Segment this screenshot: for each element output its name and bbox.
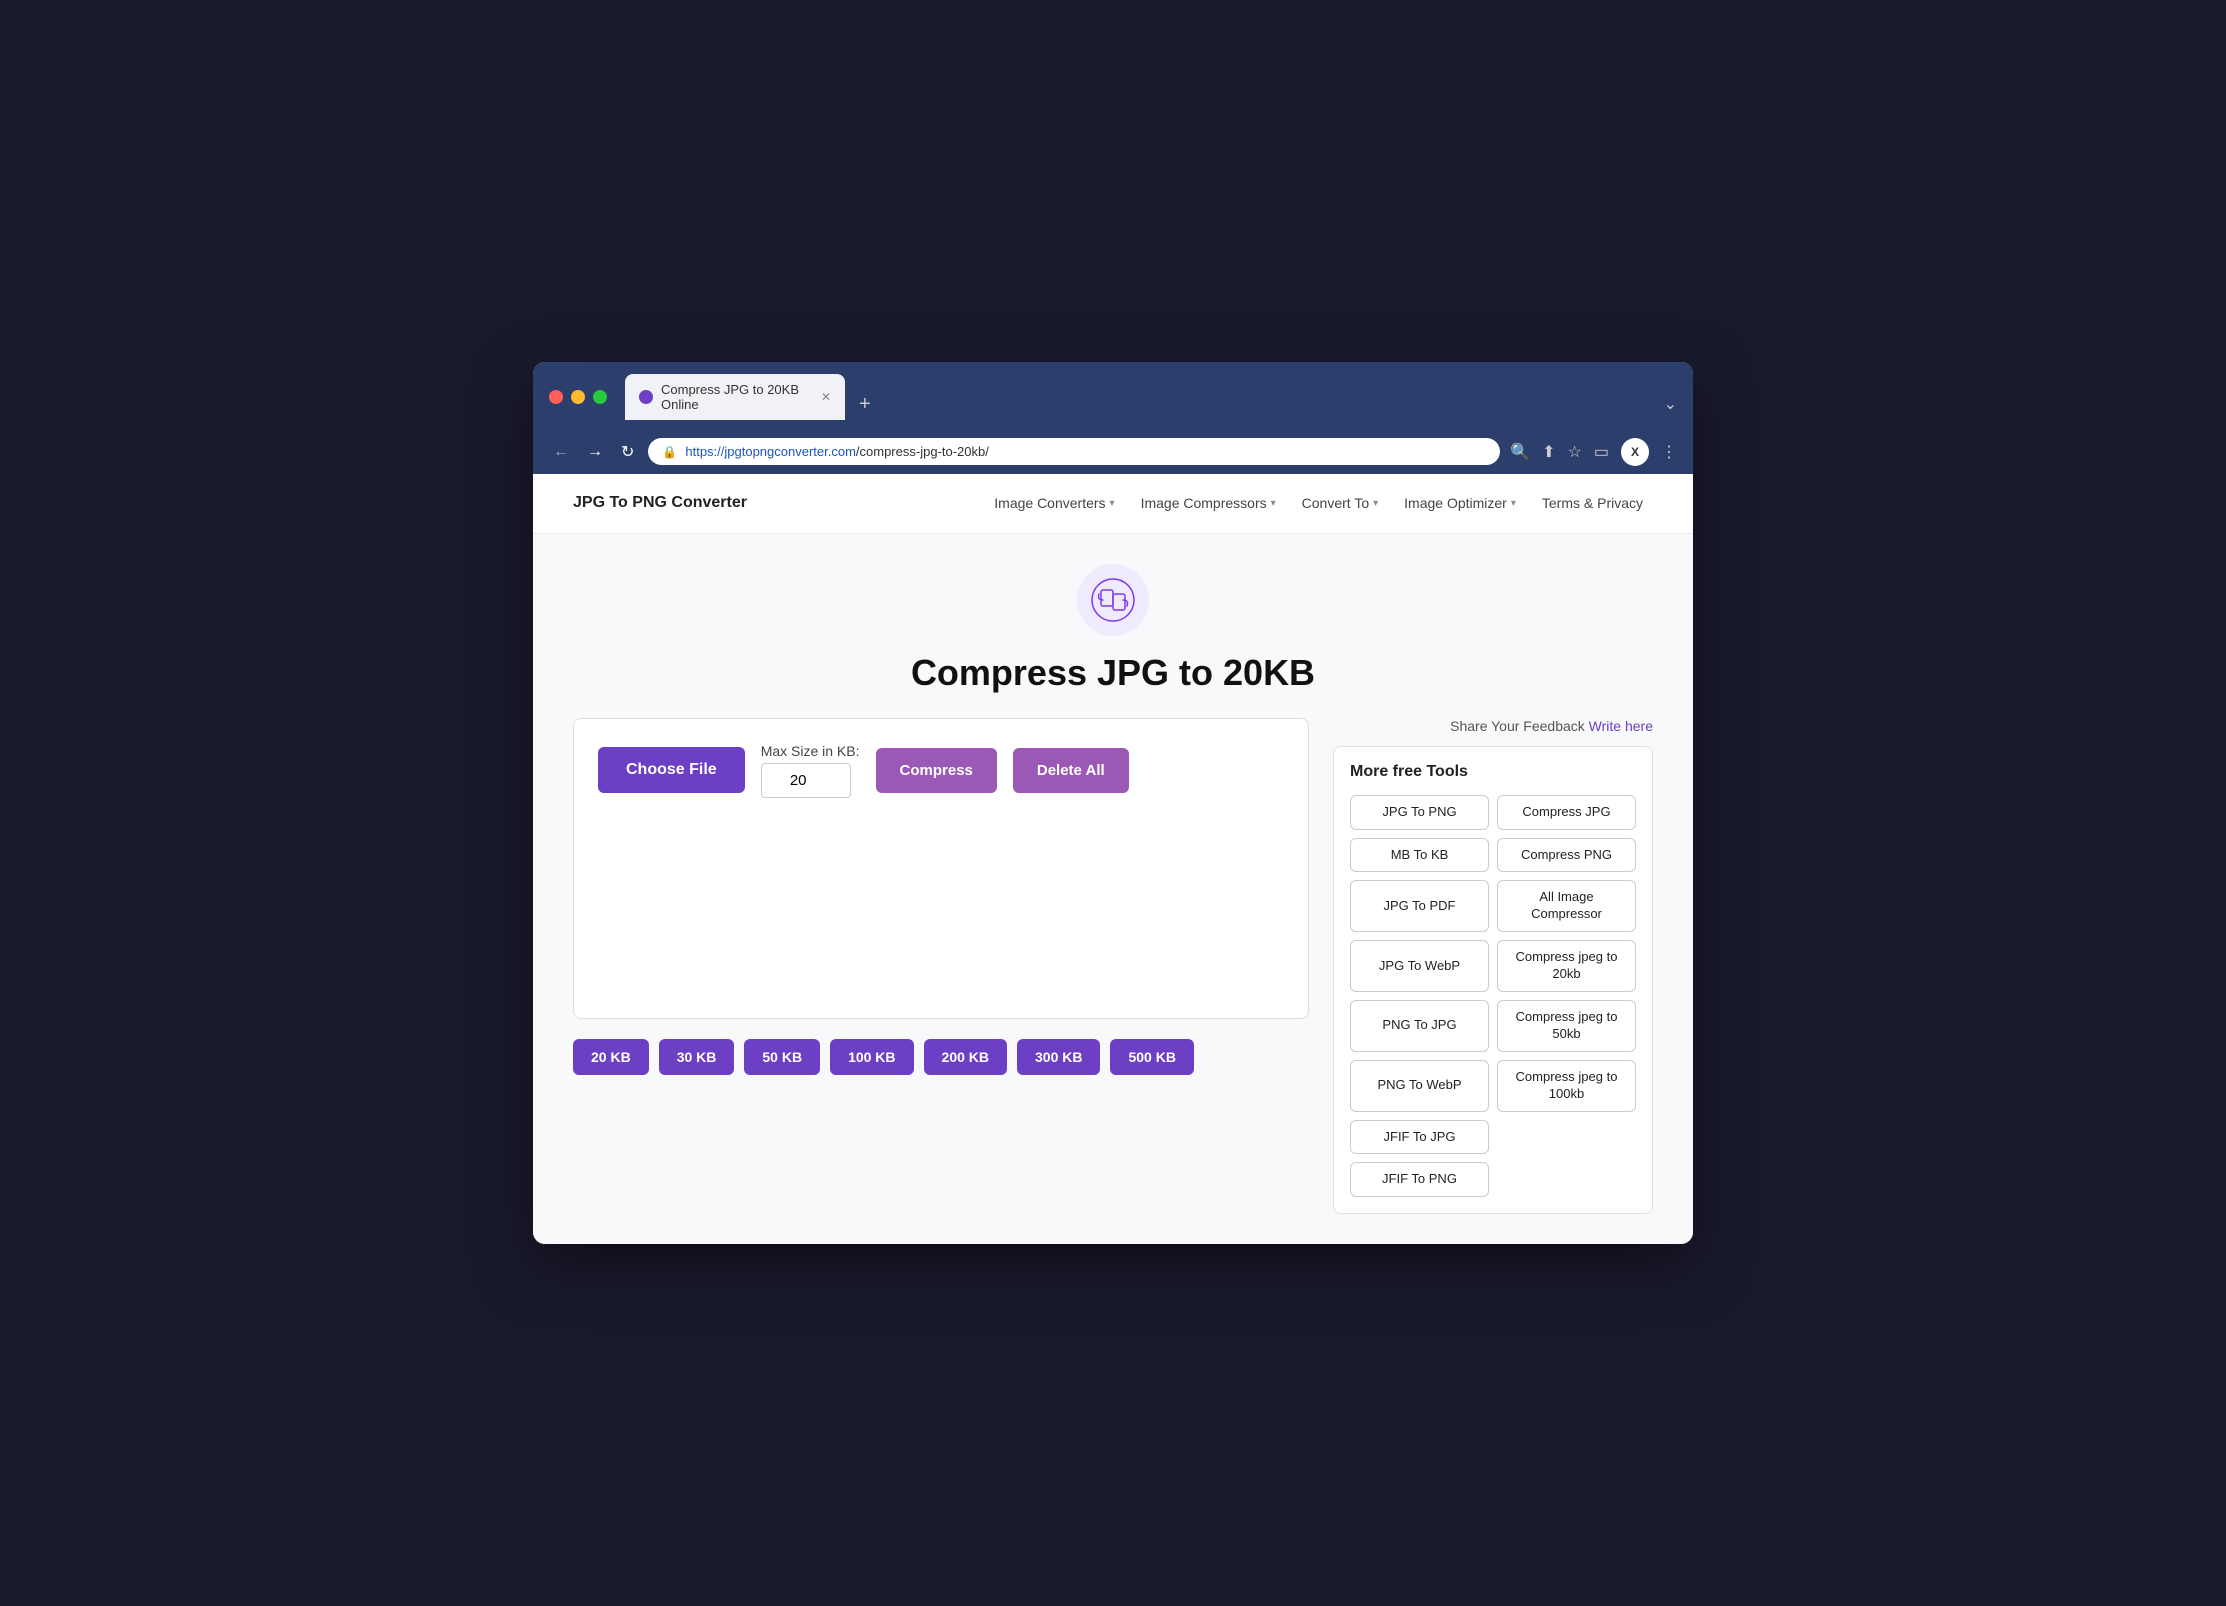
tab-close-button[interactable]: ✕: [821, 390, 831, 404]
delete-all-button[interactable]: Delete All: [1013, 748, 1129, 793]
nav-image-compressors[interactable]: Image Compressors ▾: [1131, 489, 1286, 517]
drop-area[interactable]: [598, 814, 1284, 994]
browser-addressbar: ← → ↻ 🔒 https://jpgtopngconverter.com/co…: [533, 430, 1693, 474]
tool-link-button[interactable]: JFIF To JPG: [1350, 1120, 1489, 1155]
tool-link-button[interactable]: JFIF To PNG: [1350, 1162, 1489, 1197]
size-preset-button[interactable]: 50 KB: [744, 1039, 820, 1075]
nav-terms-privacy[interactable]: Terms & Privacy: [1532, 489, 1653, 517]
navbar-brand[interactable]: JPG To PNG Converter: [573, 494, 747, 512]
browser-actions: 🔍 ⬆ ☆ ▭ X ⋮: [1510, 438, 1677, 466]
forward-button[interactable]: →: [583, 439, 607, 465]
close-dot[interactable]: [549, 390, 563, 404]
right-column: Share Your Feedback Write here More free…: [1333, 718, 1653, 1215]
compress-button[interactable]: Compress: [876, 748, 997, 793]
feedback-link[interactable]: Write here: [1589, 718, 1653, 734]
search-button[interactable]: 🔍: [1510, 442, 1530, 462]
tool-link-button[interactable]: JPG To PDF: [1350, 880, 1489, 932]
size-preset-button[interactable]: 100 KB: [830, 1039, 913, 1075]
minimize-dot[interactable]: [571, 390, 585, 404]
size-preset-button[interactable]: 30 KB: [659, 1039, 735, 1075]
nav-image-converters[interactable]: Image Converters ▾: [984, 489, 1124, 517]
reload-button[interactable]: ↻: [617, 438, 638, 466]
tab-title: Compress JPG to 20KB Online: [661, 382, 813, 412]
new-tab-button[interactable]: +: [849, 390, 881, 418]
tool-link-button[interactable]: PNG To WebP: [1350, 1060, 1489, 1112]
size-preset-button[interactable]: 20 KB: [573, 1039, 649, 1075]
tool-icon-wrap: [573, 564, 1653, 636]
more-tools-title: More free Tools: [1350, 763, 1636, 781]
feedback-row: Share Your Feedback Write here: [1333, 718, 1653, 734]
browser-tabs-row: Compress JPG to 20KB Online ✕ + ⌄: [625, 374, 1677, 420]
nav-convert-to[interactable]: Convert To ▾: [1292, 489, 1388, 517]
page-content: JPG To PNG Converter Image Converters ▾ …: [533, 474, 1693, 1245]
content-columns: Choose File Max Size in KB: Compress Del…: [573, 718, 1653, 1215]
browser-titlebar: Compress JPG to 20KB Online ✕ + ⌄: [533, 362, 1693, 430]
tool-link-button[interactable]: Compress PNG: [1497, 838, 1636, 873]
nav-image-optimizer[interactable]: Image Optimizer ▾: [1394, 489, 1526, 517]
max-size-label: Max Size in KB:: [761, 743, 860, 759]
tool-link-button[interactable]: Compress JPG: [1497, 795, 1636, 830]
max-size-input[interactable]: [761, 763, 851, 798]
tool-link-button[interactable]: PNG To JPG: [1350, 1000, 1489, 1052]
compress-icon: [1091, 578, 1135, 622]
feedback-text: Share Your Feedback: [1450, 718, 1589, 734]
choose-file-button[interactable]: Choose File: [598, 747, 745, 793]
browser-dots-row: Compress JPG to 20KB Online ✕ + ⌄: [549, 374, 1677, 420]
navbar: JPG To PNG Converter Image Converters ▾ …: [533, 474, 1693, 534]
size-preset-button[interactable]: 300 KB: [1017, 1039, 1100, 1075]
share-button[interactable]: ⬆: [1542, 442, 1555, 462]
main-area: Compress JPG to 20KB Choose File Max Siz…: [533, 534, 1693, 1245]
more-tools-panel: More free Tools JPG To PNGCompress JPGMB…: [1333, 746, 1653, 1215]
page-title: Compress JPG to 20KB: [573, 652, 1653, 694]
chevron-down-icon: ▾: [1110, 498, 1115, 509]
tool-link-button[interactable]: All Image Compressor: [1497, 880, 1636, 932]
size-presets: 20 KB 30 KB50 KB 100 KB 200 KB 300 KB 500 KB: [573, 1039, 1309, 1075]
tab-favicon: [639, 390, 653, 404]
url-path: /compress-jpg-to-20kb/: [856, 444, 989, 459]
converter-controls: Choose File Max Size in KB: Compress Del…: [598, 743, 1284, 798]
active-tab[interactable]: Compress JPG to 20KB Online ✕: [625, 374, 845, 420]
tool-link-button[interactable]: Compress jpeg to 50kb: [1497, 1000, 1636, 1052]
tabs-chevron: ⌄: [1664, 394, 1677, 414]
profile-button[interactable]: X: [1621, 438, 1649, 466]
lock-icon: 🔒: [662, 445, 677, 459]
menu-button[interactable]: ⋮: [1661, 442, 1677, 462]
tool-link-button[interactable]: MB To KB: [1350, 838, 1489, 873]
tool-link-button[interactable]: Compress jpeg to 20kb: [1497, 940, 1636, 992]
chevron-down-icon: ▾: [1511, 498, 1516, 509]
tool-icon-circle: [1077, 564, 1149, 636]
url-text: https://jpgtopngconverter.com/compress-j…: [685, 444, 989, 459]
address-bar[interactable]: 🔒 https://jpgtopngconverter.com/compress…: [648, 438, 1500, 465]
tool-link-button[interactable]: Compress jpeg to 100kb: [1497, 1060, 1636, 1112]
sidebar-button[interactable]: ▭: [1594, 442, 1609, 462]
left-column: Choose File Max Size in KB: Compress Del…: [573, 718, 1309, 1075]
chevron-down-icon: ▾: [1271, 498, 1276, 509]
bookmark-button[interactable]: ☆: [1568, 442, 1582, 462]
url-prefix: https://jpgtopngconverter.com: [685, 444, 856, 459]
tools-grid: JPG To PNGCompress JPGMB To KBCompress P…: [1350, 795, 1636, 1198]
back-button[interactable]: ←: [549, 439, 573, 465]
converter-box: Choose File Max Size in KB: Compress Del…: [573, 718, 1309, 1019]
navbar-menu: Image Converters ▾ Image Compressors ▾ C…: [984, 489, 1653, 517]
max-size-group: Max Size in KB:: [761, 743, 860, 798]
maximize-dot[interactable]: [593, 390, 607, 404]
size-preset-button[interactable]: 500 KB: [1110, 1039, 1193, 1075]
browser-window: Compress JPG to 20KB Online ✕ + ⌄ ← → ↻ …: [533, 362, 1693, 1245]
tool-link-button[interactable]: JPG To WebP: [1350, 940, 1489, 992]
tool-link-button[interactable]: JPG To PNG: [1350, 795, 1489, 830]
size-preset-button[interactable]: 200 KB: [924, 1039, 1007, 1075]
chevron-down-icon: ▾: [1373, 498, 1378, 509]
